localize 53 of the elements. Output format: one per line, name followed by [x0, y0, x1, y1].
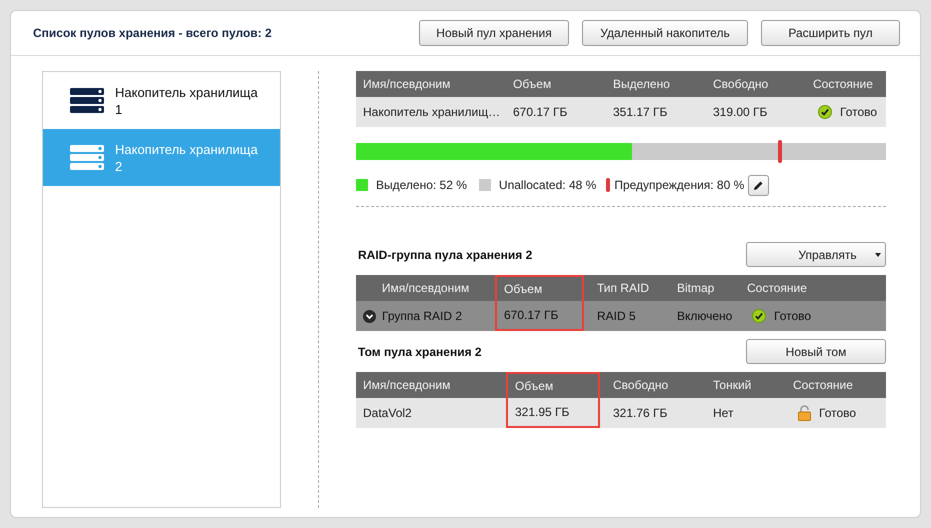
table-cell: 670.17 ГБ — [495, 301, 584, 331]
edit-button[interactable] — [748, 174, 770, 196]
column-header[interactable]: Тип RAID — [590, 275, 670, 301]
column-header[interactable]: Имя/псевдоним — [356, 275, 495, 301]
table-cell-text: Нет — [712, 405, 734, 422]
column-header[interactable]: Состояние — [806, 71, 931, 97]
legend-label: Unallocated: 48 % — [498, 177, 596, 194]
table-cell-text: DataVol2 — [362, 405, 413, 422]
status-text: Готово — [774, 308, 812, 325]
table-cell: 321.95 ГБ — [506, 398, 600, 428]
toolbar-button[interactable]: Расширить пул — [761, 20, 900, 46]
server-icon — [70, 88, 104, 114]
table-cell-text: 670.17 ГБ — [512, 104, 568, 121]
check-icon — [752, 309, 766, 323]
section-title: RAID-группа пула хранения 2 — [357, 246, 532, 264]
column-header[interactable]: Имя/псевдоним — [356, 372, 506, 398]
table-cell-text: Включено — [676, 308, 734, 325]
check-icon — [818, 105, 832, 119]
toolbar-button[interactable]: Новый пул хранения — [419, 20, 569, 46]
column-header[interactable]: Свободно — [606, 372, 706, 398]
section-title: Том пула хранения 2 — [357, 344, 482, 360]
status-text: Готово — [819, 405, 856, 422]
legend-marker — [606, 178, 610, 192]
table-cell-text: 351.17 ГБ — [612, 104, 668, 121]
chevron-down-icon[interactable] — [363, 310, 376, 322]
column-header[interactable]: Объем — [506, 71, 606, 97]
table-cell-text: Группа RAID 2 — [382, 308, 462, 325]
column-header[interactable]: Состояние — [786, 372, 916, 398]
threshold-marker[interactable] — [778, 140, 782, 163]
caret-icon — [875, 252, 881, 256]
column-header[interactable]: Имя/псевдоним — [356, 71, 506, 97]
column-header[interactable]: Состояние — [740, 275, 886, 301]
toolbar-button[interactable]: Удаленный накопитель — [582, 20, 748, 46]
column-header[interactable]: Тонкий — [706, 372, 786, 398]
column-header[interactable]: Свободно — [706, 71, 806, 97]
pool-item[interactable]: Накопитель хранилища 2 — [43, 129, 280, 186]
pencil-icon — [753, 180, 764, 190]
status-text: Готово — [840, 104, 878, 121]
new-volume-button[interactable]: Новый том — [746, 339, 886, 364]
legend-swatch — [356, 179, 368, 191]
server-icon — [70, 144, 104, 170]
table-cell-text: Накопитель хранилищ… — [362, 104, 502, 121]
column-header[interactable]: Выделено — [606, 71, 706, 97]
table-cell-text: RAID 5 — [596, 308, 637, 325]
legend-swatch — [478, 179, 491, 191]
table-cell-text: 319.00 ГБ — [712, 104, 768, 121]
manage-dropdown-button[interactable]: Управлять — [746, 242, 886, 267]
legend-label: Предупреждения: 80 % — [614, 177, 744, 194]
padlock-icon — [798, 405, 811, 421]
legend-label: Выделено: 52 % — [376, 177, 467, 194]
table-cell-text: 321.76 ГБ — [612, 405, 668, 422]
page-title: Список пулов хранения - всего пулов: 2 — [33, 25, 272, 42]
column-header[interactable]: Bitmap — [670, 275, 740, 301]
